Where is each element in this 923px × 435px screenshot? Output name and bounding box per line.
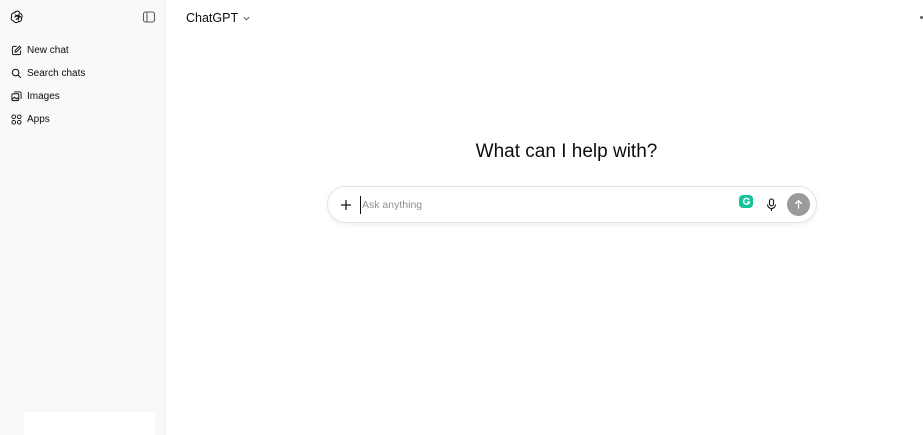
- main-area: ChatGPT What can I help with?: [167, 0, 923, 435]
- sidebar-item-label: New chat: [27, 45, 69, 56]
- arrow-up-icon: [794, 199, 803, 209]
- sidebar: New chat Search chats Images Apps: [0, 0, 166, 435]
- apps-grid-icon: [11, 114, 22, 125]
- send-button[interactable]: [787, 193, 810, 216]
- microphone-icon[interactable]: [765, 198, 778, 212]
- model-name: ChatGPT: [186, 11, 239, 25]
- welcome-heading: What can I help with?: [167, 141, 923, 163]
- sidebar-item-search-chats[interactable]: Search chats: [0, 62, 166, 85]
- model-selector[interactable]: ChatGPT: [186, 9, 251, 27]
- sidebar-footer-panel: [24, 412, 155, 435]
- prompt-composer: [327, 186, 817, 223]
- sidebar-item-label: Search chats: [27, 68, 86, 79]
- sidebar-item-label: Apps: [27, 114, 50, 125]
- sidebar-item-apps[interactable]: Apps: [0, 108, 166, 131]
- openai-logo-icon[interactable]: [9, 9, 25, 25]
- sidebar-item-images[interactable]: Images: [0, 85, 166, 108]
- search-icon: [11, 68, 22, 79]
- sidebar-header: [0, 0, 166, 34]
- sidebar-nav: New chat Search chats Images Apps: [0, 39, 166, 131]
- images-icon: [11, 91, 22, 102]
- sidebar-item-new-chat[interactable]: New chat: [0, 39, 166, 62]
- plus-icon[interactable]: [339, 198, 353, 212]
- sidebar-toggle-icon[interactable]: [142, 10, 156, 24]
- welcome-heading-text: What can I help with?: [475, 141, 658, 162]
- sidebar-item-label: Images: [27, 91, 60, 102]
- chevron-down-icon: [242, 14, 251, 23]
- pencil-square-icon: [11, 45, 22, 56]
- grammarly-icon[interactable]: [739, 195, 753, 208]
- prompt-input[interactable]: [360, 196, 720, 214]
